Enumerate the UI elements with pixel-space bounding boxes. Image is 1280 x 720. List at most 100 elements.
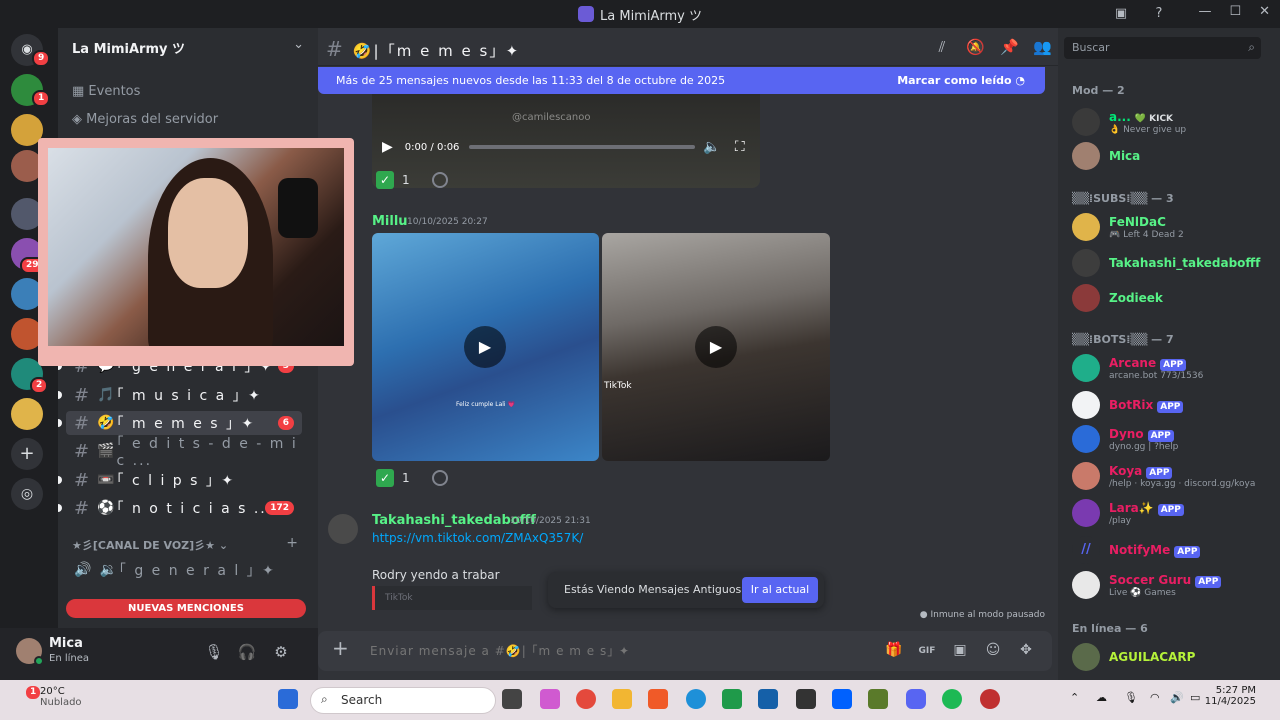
copilot-icon[interactable] [540,689,560,709]
play-icon[interactable]: ▶ [695,326,737,368]
inbox-icon[interactable]: ▣ [1112,5,1130,23]
play-icon[interactable]: ▶ [382,139,393,155]
boosts-link[interactable]: ◈ Mejoras del servidor [72,112,218,127]
cloud-icon[interactable]: ☁ [1096,691,1107,704]
jump-to-present-button[interactable]: Ir al actual [742,577,818,603]
member-item[interactable]: Takahashi_takedabofff [1072,249,1272,279]
dropbox-icon[interactable] [832,689,852,709]
events-link[interactable]: ▦ Eventos [72,84,140,99]
pin-icon[interactable]: 📌 [1000,38,1019,56]
member-item[interactable]: Mica [1072,142,1272,172]
minimize-button[interactable]: — [1198,4,1211,19]
channel-clips[interactable]: # 📼 ｢ c l i p s ｣ ✦ [58,468,302,492]
member-item[interactable]: FeNlDaC 🎮 Left 4 Dead 2 [1072,213,1272,243]
member-status: arcane.bot 773/1536 [1109,371,1204,381]
add-channel-icon[interactable]: + [286,535,298,551]
help-icon[interactable]: ? [1150,5,1168,23]
task-view-icon[interactable] [502,689,522,709]
home-badge: 9 [32,50,51,67]
taskbar-search[interactable]: ⌕ Search [310,687,496,714]
member-item[interactable]: Soccer Guru APP Live ⚽ Games [1072,571,1272,601]
reaction-check[interactable]: ✓ 1 [376,170,448,190]
weather-widget[interactable]: 20°C Nublado [40,686,82,708]
boost-icon: ◈ [72,112,87,127]
brave-icon[interactable] [648,689,668,709]
minecraft-icon[interactable] [868,689,888,709]
volume-icon[interactable]: 🔈 [703,139,720,155]
battery-icon[interactable]: ▭ [1190,691,1200,704]
guild-name[interactable]: La MimiArmy ツ [72,38,185,57]
tray-chevron-icon[interactable]: ⌃ [1070,691,1079,704]
role-header-subs: ▒▒⁞SUBS⁞▒▒ — 3 [1072,192,1174,205]
file-explorer-icon[interactable] [612,689,632,709]
member-item[interactable]: AGUILACARP [1072,643,1272,673]
volume-tray-icon[interactable]: 🔊 [1170,691,1184,704]
add-reaction-icon[interactable] [431,470,448,486]
wifi-icon[interactable]: ◠ [1150,691,1160,704]
headphones-icon[interactable]: 🎧 [237,642,257,662]
member-item[interactable]: Arcane APP arcane.bot 773/1536 [1072,354,1272,384]
video-progress-bar[interactable] [469,145,696,149]
threads-icon[interactable]: ⫽ [933,38,951,56]
attach-plus-icon[interactable]: + [332,638,350,658]
member-item[interactable]: a... 💚 KICK 👌 Never give up [1072,108,1272,138]
chrome-icon[interactable] [576,689,596,709]
channel-musica[interactable]: # 🎵 ｢ m u s i c a ｣ ✦ [58,383,302,407]
channel-memes[interactable]: # 🤣 ｢ m e m e s ｣ ✦ 6 [58,411,302,435]
reaction-check[interactable]: ✓ 1 [376,468,448,488]
voice-category[interactable]: ★彡[CANAL DE VOZ]彡★ ⌄ [72,537,228,553]
taskbar-clock[interactable]: 5:27 PM 11/4/2025 [1205,685,1256,707]
apps-icon[interactable]: ✥ [1017,642,1035,660]
avatar [1072,391,1100,419]
close-button[interactable]: ✕ [1259,4,1270,19]
store-icon[interactable] [758,689,778,709]
maximize-button[interactable]: ☐ [1229,4,1241,19]
app-icon-red[interactable] [980,689,1000,709]
member-item[interactable]: Dyno APP dyno.gg | ?help [1072,425,1272,455]
add-reaction-icon[interactable] [431,172,448,188]
member-item[interactable]: // NotifyMe APP [1072,536,1272,566]
mark-as-read-button[interactable]: Marcar como leído ◔ [897,74,1025,87]
notification-bell-icon[interactable]: 🔕 [966,38,985,56]
amazon-icon[interactable] [796,689,816,709]
online-status-icon [34,656,44,666]
gift-icon[interactable]: 🎁 [885,642,903,660]
member-list-icon[interactable]: 👥 [1033,38,1052,56]
fullscreen-icon[interactable]: ⛶ [735,139,745,155]
mic-tray-icon[interactable]: 🎙 [1124,691,1138,704]
spotify-icon[interactable] [942,689,962,709]
member-item[interactable]: BotRix APP [1072,391,1272,421]
edge-icon[interactable] [686,689,706,709]
message-input[interactable] [370,639,830,663]
mic-icon[interactable]: 🎙 [204,642,224,662]
add-server-icon[interactable]: + [11,438,43,470]
video-thumbnail[interactable]: Feliz cumple Lali 💗 ▶ [372,233,599,461]
new-messages-bar[interactable]: Más de 25 mensajes nuevos desde las 11:3… [318,67,1045,94]
gif-icon[interactable]: GIF [918,642,936,660]
settings-gear-icon[interactable]: ⚙ [271,642,291,662]
video-thumbnail[interactable]: TikTok ▶ [602,233,830,461]
server-icon-9[interactable] [11,398,43,430]
member-item[interactable]: Lara✨ APP /play [1072,499,1272,529]
pause-immunity-note: ● Inmune al modo pausado [919,610,1045,620]
avatar[interactable] [328,514,358,544]
play-icon[interactable]: ▶ [464,326,506,368]
user-status: En línea [49,653,90,664]
discover-icon[interactable]: ◎ [11,478,43,510]
member-item[interactable]: Koya APP /help · koya.gg · discord.gg/koy… [1072,462,1272,492]
voice-channel-general[interactable]: 🔊 🔉 ｢ g e n e r a l ｣ ✦ [66,558,302,582]
link-embed[interactable]: TikTok [372,586,532,610]
member-item[interactable]: Zodieek [1072,284,1272,314]
sticker-icon[interactable]: ▣ [951,642,969,660]
message-author[interactable]: Millu [372,214,408,229]
search-input[interactable]: Buscar ⌕ [1064,37,1261,59]
emoji-icon[interactable]: ☺ [984,642,1002,660]
chevron-down-icon[interactable]: ⌄ [293,37,304,52]
channel-edits[interactable]: # 🎬 ｢ e d i t s - d e - m i c ... [66,436,302,469]
discord-icon[interactable] [906,689,926,709]
windows-start-icon[interactable] [278,689,298,709]
message-link[interactable]: https://vm.tiktok.com/ZMAxQ357K/ [372,531,583,545]
channel-noticias[interactable]: # ⚽ ｢ n o t i c i a s ... 172 [58,496,302,520]
app-icon-green[interactable] [722,689,742,709]
new-mentions-button[interactable]: NUEVAS MENCIONES [66,599,306,618]
